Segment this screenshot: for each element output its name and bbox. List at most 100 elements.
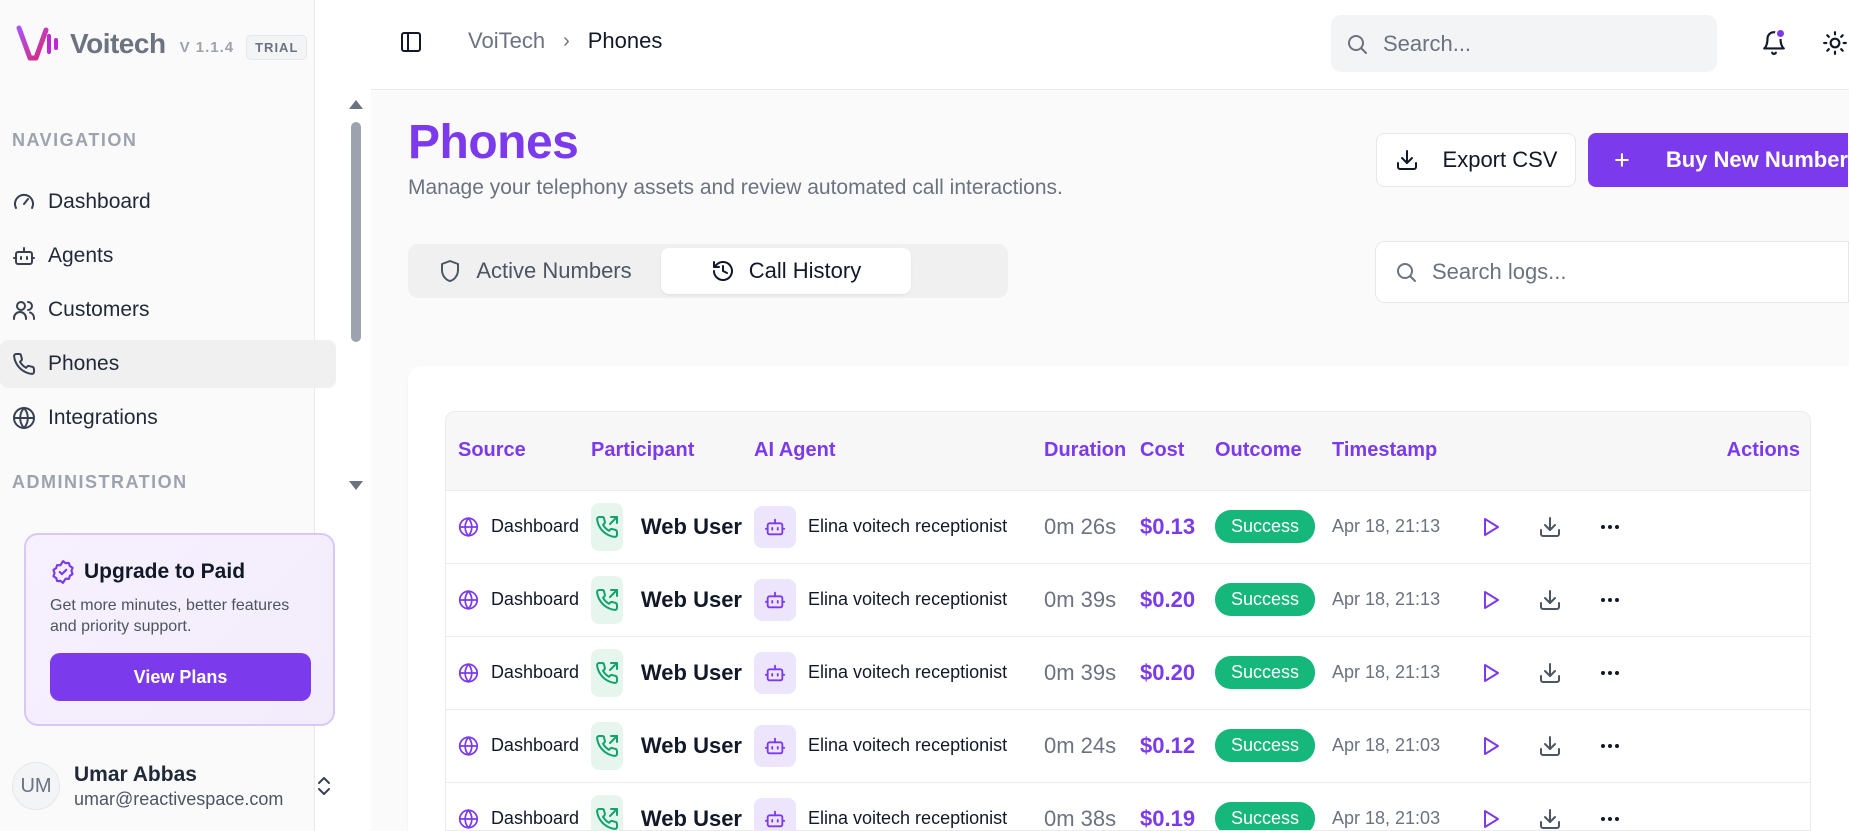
play-icon (1484, 590, 1499, 609)
export-csv-label: Export CSV (1442, 147, 1558, 172)
table-header-row: Source Participant AI Agent Duration Cos… (446, 412, 1810, 490)
download-button[interactable] (1520, 653, 1580, 693)
agent-icon-box (754, 578, 796, 621)
plus-icon (1615, 153, 1629, 167)
bot-icon (764, 518, 786, 535)
cost-value: $0.20 (1140, 659, 1196, 685)
download-icon (1540, 735, 1560, 756)
more-options-button[interactable] (1580, 726, 1640, 766)
timestamp-cell: Apr 18, 21:03 (1320, 709, 1448, 782)
log-search[interactable] (1375, 241, 1849, 303)
view-plans-button[interactable]: View Plans (50, 653, 311, 701)
status-badge: Success (1215, 583, 1316, 616)
more-options-button[interactable] (1580, 507, 1640, 547)
scroll-up-arrow-icon[interactable] (349, 100, 363, 109)
notification-dot (1775, 28, 1786, 39)
play-icon (1484, 809, 1499, 828)
export-csv-button[interactable]: Export CSV (1376, 133, 1576, 187)
cost-cell: $0.20 (1128, 563, 1203, 636)
participant-icon-box (591, 502, 623, 551)
column-header-duration[interactable]: Duration (1032, 412, 1128, 490)
source-label: Dashboard (490, 808, 579, 829)
breadcrumb-root[interactable]: VoiTech (468, 28, 545, 54)
column-header-timestamp[interactable]: Timestamp (1320, 412, 1448, 490)
upgrade-card: Upgrade to Paid Get more minutes, better… (24, 533, 335, 726)
download-button[interactable] (1520, 799, 1580, 830)
status-badge: Success (1215, 802, 1316, 830)
play-button[interactable] (1460, 799, 1520, 830)
column-header-ai-agent[interactable]: AI Agent (742, 412, 1032, 490)
actions-cell (1448, 636, 1810, 709)
sidebar-item-integrations[interactable]: Integrations (0, 394, 336, 442)
download-button[interactable] (1520, 507, 1580, 547)
source-cell: Dashboard (446, 636, 579, 709)
column-header-cost[interactable]: Cost (1128, 412, 1203, 490)
buy-new-number-button[interactable]: Buy New Number (1588, 133, 1848, 187)
sidebar-item-customers[interactable]: Customers (0, 286, 336, 334)
breadcrumb-current: Phones (587, 28, 663, 53)
tab-call-history[interactable]: Call History (661, 248, 911, 294)
scroll-down-arrow-icon[interactable] (349, 481, 363, 490)
agent-icon-box (754, 724, 796, 767)
actions-cell (1448, 490, 1810, 563)
nav-scroll-area: NAVIGATION Dashboard Agents Customers Ph… (0, 100, 345, 495)
sidebar-item-phones[interactable]: Phones (0, 340, 336, 388)
download-icon (1540, 808, 1560, 829)
participant-icon-box (591, 721, 623, 770)
sidebar-item-dashboard[interactable]: Dashboard (0, 178, 336, 226)
column-header-participant[interactable]: Participant (579, 412, 742, 490)
bot-icon (764, 591, 786, 608)
administration-section-label: ADMINISTRATION (12, 472, 188, 492)
outcome-cell: Success (1203, 709, 1320, 782)
more-horizontal-icon (1601, 670, 1619, 675)
more-options-button[interactable] (1580, 653, 1640, 693)
duration-value: 0m 24s (1044, 732, 1117, 758)
participant-cell: Web User (579, 782, 742, 830)
column-header-outcome[interactable]: Outcome (1203, 412, 1320, 490)
source-cell: Dashboard (446, 709, 579, 782)
user-menu[interactable]: UM Umar Abbas umar@reactivespace.com (12, 760, 352, 812)
search-input[interactable] (1383, 30, 1683, 57)
agent-name: Elina voitech receptionist (808, 808, 1008, 829)
sidebar-toggle-icon[interactable] (399, 30, 423, 54)
column-header-source[interactable]: Source (446, 412, 579, 490)
breadcrumb: VoiTech › Phones (468, 28, 662, 54)
voitech-logo-icon (16, 25, 58, 61)
agent-cell: Elina voitech receptionist (742, 782, 1032, 830)
agent-cell: Elina voitech receptionist (742, 636, 1032, 709)
play-button[interactable] (1460, 653, 1520, 693)
play-button[interactable] (1460, 726, 1520, 766)
table-row[interactable]: Dashboard Web User Elina voitech recepti… (446, 709, 1810, 782)
sun-icon[interactable] (1822, 30, 1848, 56)
search-icon (1348, 34, 1367, 54)
participant-icon-box (591, 575, 623, 624)
duration-value: 0m 26s (1044, 513, 1117, 539)
more-options-button[interactable] (1580, 580, 1640, 620)
global-search[interactable] (1331, 15, 1717, 72)
more-horizontal-icon (1601, 743, 1619, 748)
download-button[interactable] (1520, 726, 1580, 766)
sidebar-item-agents[interactable]: Agents (0, 232, 336, 280)
chevrons-up-down-icon[interactable] (312, 774, 336, 798)
table-row[interactable]: Dashboard Web User Elina voitech recepti… (446, 782, 1810, 830)
download-button[interactable] (1520, 580, 1580, 620)
more-options-button[interactable] (1580, 799, 1640, 830)
cost-cell: $0.13 (1128, 490, 1203, 563)
play-button[interactable] (1460, 580, 1520, 620)
table-row[interactable]: Dashboard Web User Elina voitech recepti… (446, 636, 1810, 709)
play-button[interactable] (1460, 507, 1520, 547)
sidebar-item-label: Phones (48, 352, 120, 375)
tab-active-numbers[interactable]: Active Numbers (412, 248, 658, 294)
outcome-cell: Success (1203, 636, 1320, 709)
call-history-table: Source Participant AI Agent Duration Cos… (446, 412, 1810, 830)
scroll-thumb[interactable] (351, 122, 361, 342)
sidebar-scrollbar[interactable] (349, 100, 363, 490)
brand: Voitech V 1.1.4 TRIAL (16, 22, 308, 66)
table-row[interactable]: Dashboard Web User Elina voitech recepti… (446, 490, 1810, 563)
cost-value: $0.12 (1140, 732, 1196, 758)
table-row[interactable]: Dashboard Web User Elina voitech recepti… (446, 563, 1810, 636)
log-search-input[interactable] (1432, 259, 1812, 285)
status-badge: Success (1215, 510, 1316, 543)
participant-cell: Web User (579, 490, 742, 563)
user-info: Umar Abbas umar@reactivespace.com (74, 763, 283, 810)
